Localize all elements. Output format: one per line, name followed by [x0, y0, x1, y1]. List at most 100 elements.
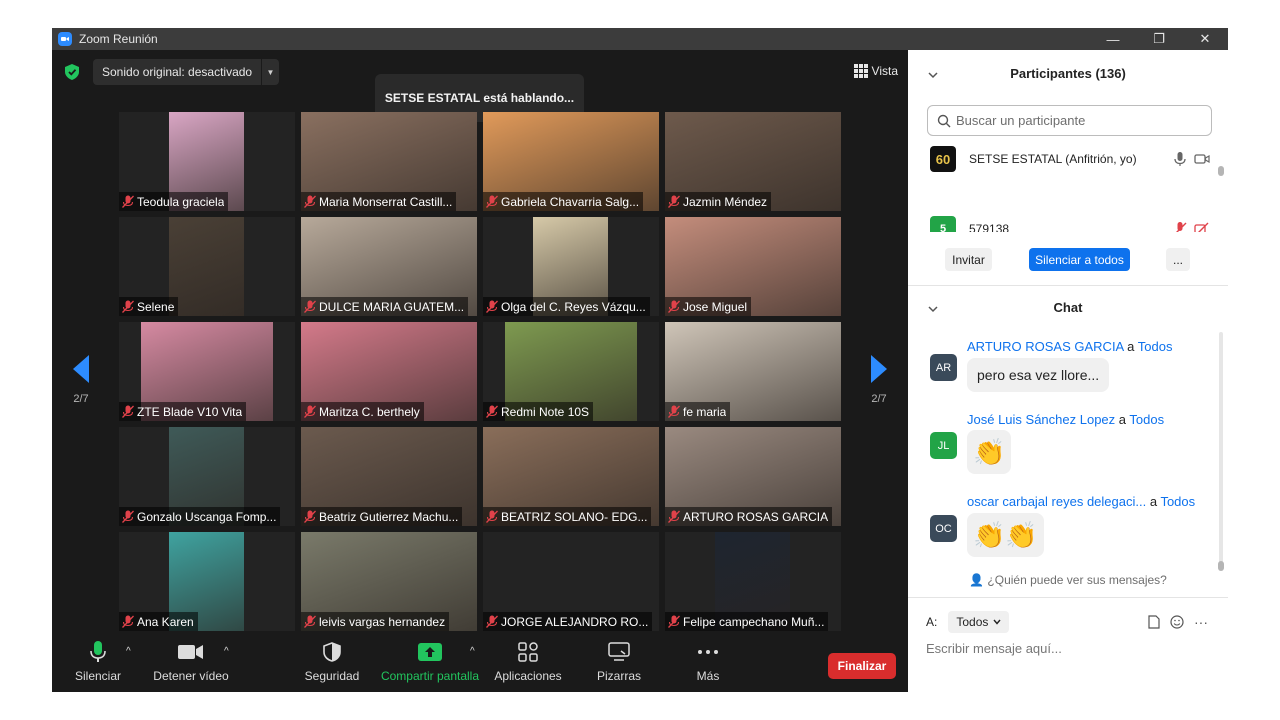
- participant-row[interactable]: 60 SETSE ESTATAL (Anfitrión, yo): [930, 145, 1210, 173]
- chat-message: 👏: [967, 430, 1012, 474]
- participant-name: ARTURO ROSAS GARCIA: [683, 509, 829, 524]
- recipient[interactable]: Todos: [1129, 412, 1164, 427]
- participant-name-tag: Beatriz Gutierrez Machu...: [301, 507, 463, 526]
- original-sound-label: Sonido original: desactivado: [102, 65, 253, 79]
- participant-name: Teodula graciela: [137, 194, 225, 209]
- meeting-toolbar: Silenciar ^ Detener vídeo ^ Seguridad Co…: [52, 634, 908, 692]
- share-options-caret[interactable]: ^: [470, 646, 475, 657]
- participants-header: Participantes (136): [1010, 66, 1126, 81]
- microphone-muted-icon: [483, 612, 501, 631]
- whiteboard-icon: [608, 642, 630, 661]
- chat-message-input[interactable]: Escribir mensaje aquí...: [926, 641, 1062, 656]
- original-sound-button[interactable]: Sonido original: desactivado ▼: [93, 59, 279, 85]
- video-off-icon[interactable]: [1194, 221, 1210, 232]
- video-tile[interactable]: fe maria: [665, 322, 841, 421]
- chat-avatar: OC: [930, 515, 957, 542]
- participant-name-tag: Maritza C. berthely: [301, 402, 424, 421]
- video-tile[interactable]: Jazmin Méndez: [665, 112, 841, 211]
- video-tile[interactable]: ARTURO ROSAS GARCIA: [665, 427, 841, 526]
- window-title: Zoom Reunión: [79, 32, 158, 46]
- security-shield-icon: [323, 642, 341, 662]
- sender-name[interactable]: ARTURO ROSAS GARCIA: [967, 339, 1124, 354]
- video-tile[interactable]: leivis vargas hernandez: [301, 532, 477, 631]
- chat-scrollbar-track: [1219, 332, 1223, 568]
- video-tile[interactable]: Maria Monserrat Castill...: [301, 112, 477, 211]
- video-tile[interactable]: Gabriela Chavarria Salg...: [483, 112, 659, 211]
- video-tile[interactable]: BEATRIZ SOLANO- EDG...: [483, 427, 659, 526]
- audio-options-caret[interactable]: ^: [126, 646, 131, 657]
- participant-search-input[interactable]: Buscar un participante: [927, 105, 1212, 136]
- microphone-icon[interactable]: [1172, 151, 1188, 167]
- chat-sender: José Luis Sánchez Lopez a Todos: [967, 412, 1164, 427]
- stop-video-button[interactable]: Detener vídeo: [152, 640, 230, 683]
- encryption-shield-icon[interactable]: [65, 64, 79, 80]
- mute-all-button[interactable]: Silenciar a todos: [1029, 248, 1130, 271]
- microphone-muted-icon: [665, 297, 683, 316]
- chevron-down-icon[interactable]: ▼: [261, 59, 279, 85]
- participant-name-tag: Olga del C. Reyes Vázqu...: [483, 297, 650, 316]
- video-tile[interactable]: Teodula graciela: [119, 112, 295, 211]
- video-tile[interactable]: ZTE Blade V10 Vita: [119, 322, 295, 421]
- video-tile[interactable]: JORGE ALEJANDRO RO...: [483, 532, 659, 631]
- close-button[interactable]: ✕: [1182, 28, 1228, 50]
- video-tile[interactable]: Redmi Note 10S: [483, 322, 659, 421]
- video-tile[interactable]: Maritza C. berthely: [301, 322, 477, 421]
- participant-row[interactable]: 5 579138: [930, 215, 1210, 232]
- participants-scrollbar[interactable]: [1218, 166, 1224, 176]
- file-icon[interactable]: [1148, 615, 1160, 629]
- video-tile[interactable]: Ana Karen: [119, 532, 295, 631]
- emoji-icon[interactable]: [1170, 615, 1184, 629]
- participant-name-tag: Selene: [119, 297, 179, 316]
- recipient-row: A: Todos: [926, 611, 1010, 633]
- view-button[interactable]: Vista: [853, 64, 898, 78]
- previous-page-button[interactable]: 2/7: [66, 355, 96, 405]
- chat-scrollbar[interactable]: [1218, 561, 1224, 571]
- video-camera-icon[interactable]: [1194, 151, 1210, 167]
- participant-name-tag: Jazmin Méndez: [665, 192, 772, 211]
- visibility-icon: 👤: [969, 573, 985, 587]
- sender-name[interactable]: oscar carbajal reyes delegaci...: [967, 494, 1146, 509]
- minimize-button[interactable]: —: [1090, 28, 1136, 50]
- security-button[interactable]: Seguridad: [304, 640, 360, 683]
- to-word: a: [1118, 412, 1127, 427]
- compose-divider: [908, 597, 1228, 598]
- participant-name: Ana Karen: [137, 614, 194, 629]
- participant-name: Beatriz Gutierrez Machu...: [319, 509, 459, 524]
- compose-more-button[interactable]: ···: [1194, 614, 1208, 630]
- more-options-button[interactable]: ...: [1166, 248, 1190, 271]
- recipient-select[interactable]: Todos: [948, 611, 1010, 633]
- sender-name[interactable]: José Luis Sánchez Lopez: [967, 412, 1115, 427]
- who-can-see-link[interactable]: 👤 ¿Quién puede ver sus mensajes?: [908, 573, 1228, 587]
- chat-sender: oscar carbajal reyes delegaci... a Todos: [967, 494, 1195, 509]
- recipient[interactable]: Todos: [1160, 494, 1195, 509]
- video-tile[interactable]: DULCE MARIA GUATEM...: [301, 217, 477, 316]
- video-tile[interactable]: Jose Miguel: [665, 217, 841, 316]
- microphone-muted-icon: [301, 612, 319, 631]
- video-options-caret[interactable]: ^: [224, 646, 229, 657]
- recipient[interactable]: Todos: [1138, 339, 1173, 354]
- more-button[interactable]: Más: [688, 640, 728, 683]
- compose-tools: ···: [1148, 614, 1208, 630]
- video-tile[interactable]: Felipe campechano Muñ...: [665, 532, 841, 631]
- microphone-muted-icon: [119, 297, 137, 316]
- participant-name-tag: fe maria: [665, 402, 731, 421]
- next-page-button[interactable]: 2/7: [864, 355, 894, 405]
- invite-button[interactable]: Invitar: [945, 248, 992, 271]
- microphone-muted-icon[interactable]: [1172, 221, 1188, 232]
- participant-name-tag: Teodula graciela: [119, 192, 229, 211]
- video-tile[interactable]: Selene: [119, 217, 295, 316]
- zoom-window: Zoom Reunión — ❐ ✕ Sonido original: desa…: [52, 28, 1228, 692]
- chat-sender: ARTURO ROSAS GARCIA a Todos: [967, 339, 1172, 354]
- participant-name: 579138: [969, 222, 1010, 232]
- participant-name: DULCE MARIA GUATEM...: [319, 299, 465, 314]
- video-tile[interactable]: Gonzalo Uscanga Fomp...: [119, 427, 295, 526]
- restore-button[interactable]: ❐: [1136, 28, 1182, 50]
- share-screen-button[interactable]: Compartir pantalla: [380, 640, 480, 683]
- participant-name: ZTE Blade V10 Vita: [137, 404, 243, 419]
- end-meeting-button[interactable]: Finalizar: [828, 653, 896, 679]
- whiteboards-button[interactable]: Pizarras: [592, 640, 646, 683]
- video-tile[interactable]: Olga del C. Reyes Vázqu...: [483, 217, 659, 316]
- apps-button[interactable]: Aplicaciones: [492, 640, 564, 683]
- mute-button[interactable]: Silenciar: [72, 640, 124, 683]
- video-tile[interactable]: Beatriz Gutierrez Machu...: [301, 427, 477, 526]
